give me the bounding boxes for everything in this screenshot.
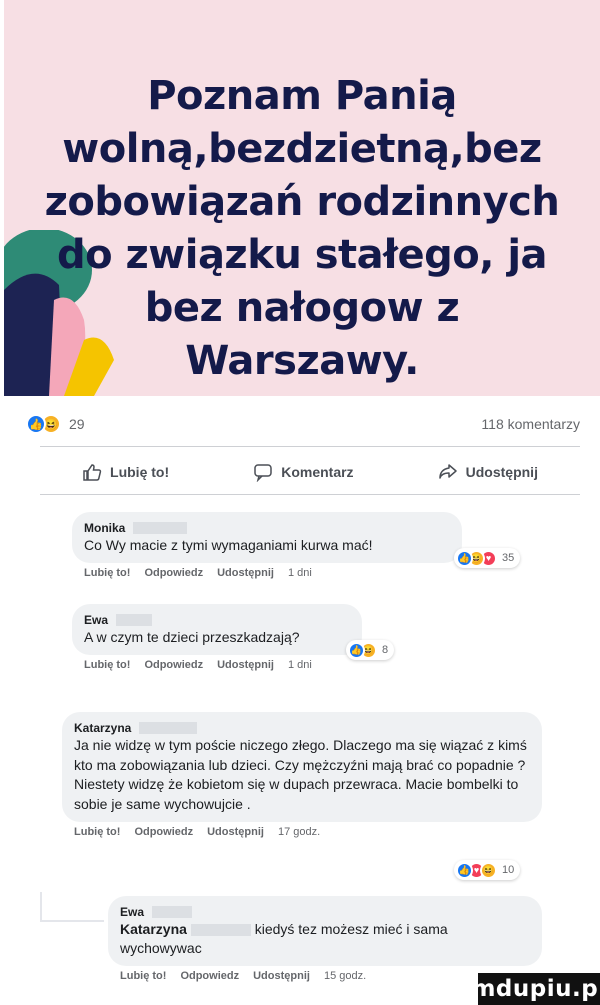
comment-bubble: Ewa Katarzyna kiedyś tez możesz mieć i s… bbox=[108, 896, 542, 966]
comment-icon bbox=[254, 464, 272, 482]
comment-reactions[interactable]: 👍 😆 8 bbox=[346, 640, 395, 660]
share-label: Udostępnij bbox=[465, 464, 538, 480]
comment-text: Co Wy macie z tymi wymaganiami kurwa mać… bbox=[84, 537, 373, 553]
comment-text: Ja nie widzę w tym poście niczego złego.… bbox=[74, 737, 527, 812]
comment: Monika Co Wy macie z tymi wymaganiami ku… bbox=[72, 512, 521, 579]
comment-time[interactable]: 1 dni bbox=[288, 567, 312, 579]
comment-time[interactable]: 15 godz. bbox=[324, 970, 366, 982]
comment-time[interactable]: 1 dni bbox=[288, 659, 312, 671]
comment-bubble: Ewa A w czym te dzieci przeszkadzają? bbox=[72, 604, 362, 655]
comment-text: A w czym te dzieci przeszkadzają? bbox=[84, 629, 300, 645]
redacted-name bbox=[133, 522, 188, 534]
comment-author-row: Ewa bbox=[120, 904, 530, 920]
comment-like-link[interactable]: Lubię to! bbox=[120, 970, 166, 982]
comment-text: Katarzyna kiedyś tez możesz mieć i sama … bbox=[120, 920, 530, 958]
comment-reply-link[interactable]: Odpowiedz bbox=[180, 970, 239, 982]
thread-line bbox=[40, 920, 104, 922]
reply: Ewa Katarzyna kiedyś tez możesz mieć i s… bbox=[108, 896, 542, 982]
comment-actions: Lubię to! Odpowiedz Udostępnij 1 dni bbox=[72, 567, 462, 579]
comment-actions: Lubię to! Odpowiedz Udostępnij 1 dni bbox=[72, 659, 362, 671]
post-image[interactable]: Poznam Panią wolną,bezdzietną,bez zobowi… bbox=[4, 0, 600, 396]
comment-share-link[interactable]: Udostępnij bbox=[253, 970, 310, 982]
haha-icon: 😆 bbox=[480, 861, 497, 879]
thumbs-up-icon bbox=[83, 464, 102, 481]
like-icon: 👍 bbox=[26, 414, 46, 434]
divider bbox=[40, 494, 580, 495]
comments-count[interactable]: 118 komentarzy bbox=[481, 416, 580, 432]
comment-label: Komentarz bbox=[281, 464, 354, 480]
comment-reply-link[interactable]: Odpowiedz bbox=[144, 659, 203, 671]
comment-reactions[interactable]: 👍 😆 ♥ 35 bbox=[454, 548, 521, 568]
comment: Katarzyna Ja nie widzę w tym poście nicz… bbox=[62, 712, 542, 880]
comment-author[interactable]: Monika bbox=[84, 520, 125, 536]
comment-like-link[interactable]: Lubię to! bbox=[74, 826, 120, 838]
like-button[interactable]: Lubię to! bbox=[82, 462, 169, 482]
redacted-name bbox=[116, 614, 153, 626]
comment-like-link[interactable]: Lubię to! bbox=[84, 567, 130, 579]
like-label: Lubię to! bbox=[110, 464, 170, 480]
comment-like-link[interactable]: Lubię to! bbox=[84, 659, 130, 671]
like-icon: 👍 bbox=[348, 641, 365, 659]
comment-bubble: Monika Co Wy macie z tymi wymaganiami ku… bbox=[72, 512, 462, 563]
comment-author[interactable]: Ewa bbox=[84, 612, 108, 628]
site-watermark: mdupiu.pl bbox=[471, 973, 600, 1005]
share-button[interactable]: Udostępnij bbox=[438, 462, 538, 482]
comment-reply-link[interactable]: Odpowiedz bbox=[144, 567, 203, 579]
comment-reply-link[interactable]: Odpowiedz bbox=[134, 826, 193, 838]
comment-author-row: Monika bbox=[84, 520, 450, 536]
comment-reaction-count: 8 bbox=[382, 644, 389, 656]
redacted-name bbox=[190, 924, 251, 937]
redacted-name bbox=[139, 722, 198, 734]
comment-button[interactable]: Komentarz bbox=[253, 462, 354, 482]
reactions-icons[interactable]: 👍 😆 bbox=[26, 414, 61, 434]
like-icon: 👍 bbox=[456, 549, 473, 567]
redacted-name bbox=[152, 906, 193, 918]
comment-reaction-count: 10 bbox=[502, 864, 515, 876]
reaction-count[interactable]: 29 bbox=[69, 416, 85, 432]
comment-author[interactable]: Katarzyna bbox=[74, 720, 131, 736]
thread-line bbox=[40, 892, 42, 922]
comment-share-link[interactable]: Udostępnij bbox=[217, 659, 274, 671]
comment-time[interactable]: 17 godz. bbox=[278, 826, 320, 838]
like-icon: 👍 bbox=[456, 861, 473, 879]
comment-bubble: Katarzyna Ja nie widzę w tym poście nicz… bbox=[62, 712, 542, 822]
divider bbox=[40, 446, 580, 447]
post-action-bar: Lubię to! Komentarz Udostępnij bbox=[40, 452, 580, 492]
post-text: Poznam Panią wolną,bezdzietną,bez zobowi… bbox=[44, 73, 560, 384]
comment-author-row: Ewa bbox=[84, 612, 350, 628]
comment-share-link[interactable]: Udostępnij bbox=[217, 567, 274, 579]
comment: Ewa A w czym te dzieci przeszkadzają? Lu… bbox=[72, 604, 395, 671]
mention-link[interactable]: Katarzyna bbox=[120, 921, 187, 937]
comment-actions: Lubię to! Odpowiedz Udostępnij 17 godz. bbox=[62, 826, 542, 838]
comment-author[interactable]: Ewa bbox=[120, 904, 144, 920]
comment-author-row: Katarzyna bbox=[74, 720, 530, 736]
reactions-summary: 👍 😆 29 118 komentarzy bbox=[26, 410, 580, 438]
comment-reaction-count: 35 bbox=[502, 552, 515, 564]
comment-share-link[interactable]: Udostępnij bbox=[207, 826, 264, 838]
comment-reactions[interactable]: 👍 ♥ 😆 10 bbox=[454, 860, 521, 880]
share-icon bbox=[438, 464, 457, 479]
